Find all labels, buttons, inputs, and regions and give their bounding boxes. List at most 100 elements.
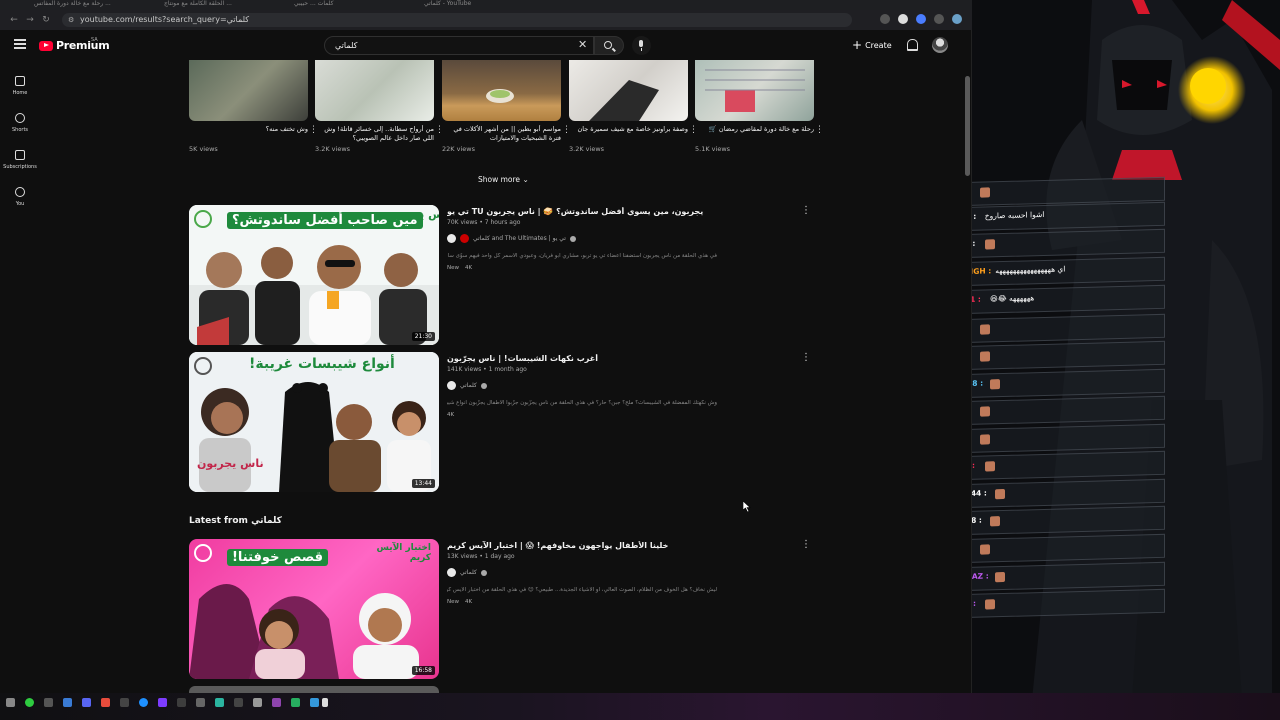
video-title[interactable]: أغرب نكهات الشيبسات! | ناس يجرّبون	[447, 354, 807, 363]
badge-new: New	[447, 599, 459, 605]
voice-search-button[interactable]	[632, 36, 651, 55]
channel-avatar[interactable]	[447, 568, 456, 577]
channel-name[interactable]: كلماتي	[460, 382, 477, 389]
show-more-button[interactable]: Show more ⌄	[478, 175, 529, 184]
video-title[interactable]: مواسم أبو بطين || من أشهر الأكلات في فتر…	[442, 125, 561, 143]
video-thumbnail[interactable]: أنواع شيبسات غريبة! ناس يجربون 13:44	[189, 352, 439, 492]
extension-icon[interactable]	[916, 14, 926, 24]
search-input[interactable]: كلماتي	[324, 36, 594, 55]
shorts-icon	[15, 113, 25, 123]
video-views: 22K views	[442, 145, 475, 153]
video-result[interactable]: قصص خوفتنا! اختبار الآيس كريم 16:58 خلّي…	[189, 539, 819, 679]
badge-4k: 4K	[447, 412, 455, 418]
app-icon[interactable]	[272, 698, 281, 707]
verified-icon	[480, 382, 487, 389]
browser-tab[interactable]: كلماتي - YouTube	[410, 0, 530, 10]
shelf-video-card[interactable]: وش تختف منه؟ 5K views ⋮	[189, 60, 318, 153]
channel-name[interactable]: كلماتي	[460, 569, 477, 576]
back-icon[interactable]: ←	[6, 15, 22, 25]
video-info: أغرب نكهات الشيبسات! | ناس يجرّبون 141K …	[447, 354, 807, 418]
channel-row[interactable]: كلماتي	[447, 568, 807, 577]
logo-text: Premium	[56, 39, 110, 52]
channel-avatar[interactable]	[447, 381, 456, 390]
youtube-logo[interactable]: Premium SA	[39, 37, 110, 52]
app-icon[interactable]	[25, 698, 34, 707]
menu-icon[interactable]	[14, 39, 26, 49]
extension-icon[interactable]	[898, 14, 908, 24]
extension-icon[interactable]	[880, 14, 890, 24]
browser-tab[interactable]: الحلقة الكاملة مع مونتاج ...	[150, 0, 270, 10]
search-button[interactable]	[594, 36, 624, 55]
nav-subscriptions[interactable]: Subscriptions	[0, 142, 40, 178]
channel-name[interactable]: كلماتي and The Ultimates | تي يو	[473, 235, 566, 242]
app-icon[interactable]	[101, 698, 110, 707]
video-thumbnail[interactable]	[315, 60, 434, 121]
video-meta: 141K views • 1 month ago	[447, 366, 527, 373]
scrollbar[interactable]	[964, 60, 971, 696]
start-icon[interactable]	[6, 698, 15, 707]
app-icon[interactable]	[291, 698, 300, 707]
shelf-video-card[interactable]: من أرواح سطانة.. إلى خسائر قاتلة! وش الل…	[315, 60, 444, 153]
site-info-icon[interactable]: ⚙	[68, 13, 74, 27]
browser-tab[interactable]: كلمات ... حبيبي	[280, 0, 400, 10]
video-duration: 21:30	[411, 332, 435, 341]
app-icon[interactable]	[44, 698, 53, 707]
notifications-icon[interactable]	[906, 39, 918, 51]
app-icon[interactable]	[177, 698, 186, 707]
video-badges: 4K	[447, 412, 807, 418]
url-field[interactable]: ⚙ youtube.com/results?search_query=كلمات…	[62, 13, 852, 27]
shelf-video-card[interactable]: رحلة مع خالة دورة لمقاضي رمضان 🛒 5.1K vi…	[695, 60, 824, 153]
channel-row[interactable]: كلماتي and The Ultimates | تي يو	[447, 234, 807, 243]
video-thumbnail[interactable]	[189, 60, 308, 121]
section-heading: Latest from كلماتي	[189, 516, 282, 526]
more-actions-icon[interactable]: ⋮	[801, 352, 811, 363]
app-icon[interactable]	[322, 698, 328, 707]
app-icon[interactable]	[63, 698, 72, 707]
youtube-header: Premium SA كلماتي ✕ + Create	[0, 30, 965, 60]
video-thumbnail[interactable]: قصص خوفتنا! اختبار الآيس كريم 16:58	[189, 539, 439, 679]
video-title[interactable]: رحلة مع خالة دورة لمقاضي رمضان 🛒	[695, 125, 814, 143]
nav-you[interactable]: You	[0, 179, 40, 215]
app-icon[interactable]	[234, 698, 243, 707]
reload-icon[interactable]: ↻	[38, 15, 54, 25]
more-actions-icon[interactable]: ⋮	[815, 126, 824, 135]
app-icon[interactable]	[310, 698, 319, 707]
app-icon[interactable]	[82, 698, 91, 707]
app-icon[interactable]	[215, 698, 224, 707]
video-title[interactable]: يجربون، مين يسوي أفضل ساندوتش؟ 🥪 | ناس ي…	[447, 207, 807, 216]
video-thumbnail[interactable]	[569, 60, 688, 121]
clear-search-icon[interactable]: ✕	[578, 39, 587, 51]
video-result[interactable]: مين صاحب أفضل ساندوتش؟ ناس يجربون 21:30 …	[189, 205, 819, 345]
video-title[interactable]: من أرواح سطانة.. إلى خسائر قاتلة! وش الل…	[315, 125, 434, 143]
profile-icon[interactable]	[952, 14, 962, 24]
extension-icon[interactable]	[934, 14, 944, 24]
app-icon[interactable]	[139, 698, 148, 707]
video-title[interactable]: وش تختف منه؟	[189, 125, 308, 143]
forward-icon[interactable]: →	[22, 15, 38, 25]
shelf-video-card[interactable]: وصفة براونيز خاصة مع شيف سميرة جان 3.2K …	[569, 60, 698, 153]
show-more-label: Show more	[478, 175, 521, 184]
browser-tab[interactable]: رحلة مع خالة دورة المفاتس ...	[20, 0, 140, 10]
video-result[interactable]: أنواع شيبسات غريبة! ناس يجربون 13:44 أغر…	[189, 352, 819, 492]
video-title[interactable]: خلّينا الأطفال يواجهون مخاوفهم! 😱 | اختب…	[447, 541, 807, 550]
nav-shorts[interactable]: Shorts	[0, 105, 40, 141]
more-actions-icon[interactable]: ⋮	[801, 205, 811, 216]
video-title[interactable]: وصفة براونيز خاصة مع شيف سميرة جان	[569, 125, 688, 143]
app-icon[interactable]	[253, 698, 262, 707]
nav-home[interactable]: Home	[0, 68, 40, 104]
video-thumbnail[interactable]	[442, 60, 561, 121]
app-icon[interactable]	[196, 698, 205, 707]
scrollbar-thumb[interactable]	[965, 76, 970, 176]
channel-row[interactable]: كلماتي	[447, 381, 807, 390]
create-button[interactable]: + Create	[852, 38, 892, 52]
more-actions-icon[interactable]: ⋮	[801, 539, 811, 550]
video-thumbnail[interactable]: مين صاحب أفضل ساندوتش؟ ناس يجربون 21:30	[189, 205, 439, 345]
video-info: خلّينا الأطفال يواجهون مخاوفهم! 😱 | اختب…	[447, 541, 807, 605]
video-thumbnail[interactable]	[695, 60, 814, 121]
shelf-video-card[interactable]: مواسم أبو بطين || من أشهر الأكلات في فتر…	[442, 60, 571, 153]
app-icon[interactable]	[158, 698, 167, 707]
channel-avatar[interactable]	[460, 234, 469, 243]
account-avatar[interactable]	[932, 37, 948, 53]
channel-avatar[interactable]	[447, 234, 456, 243]
app-icon[interactable]	[120, 698, 129, 707]
